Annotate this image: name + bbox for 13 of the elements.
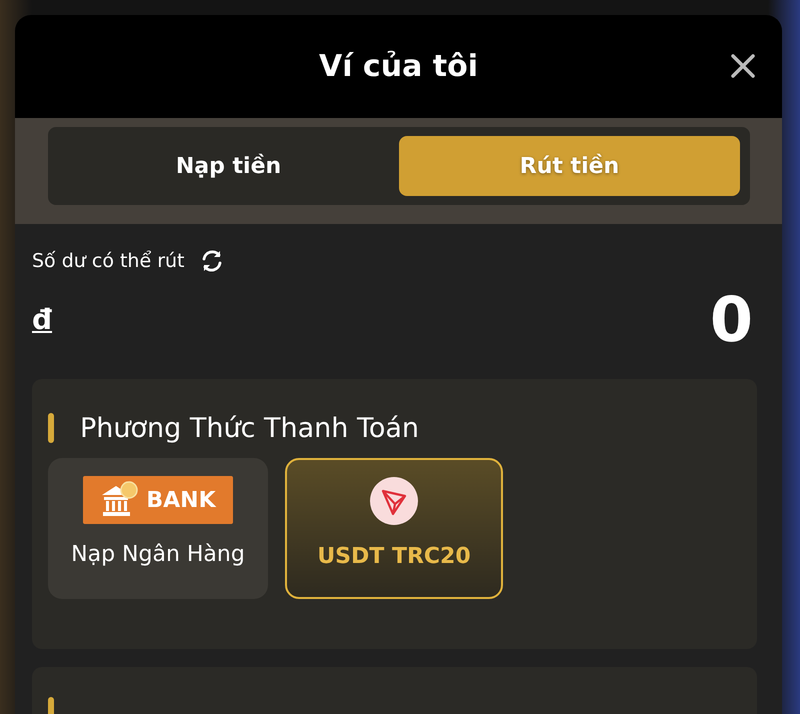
- payment-method-option[interactable]: BANK Nạp Ngân Hàng: [48, 458, 268, 599]
- window-title: Ví của tôi: [318, 49, 478, 84]
- currency-symbol: đ: [32, 302, 52, 336]
- close-button[interactable]: [730, 53, 756, 79]
- balance-label: Số dư có thể rút: [32, 250, 185, 272]
- bank-logo: BANK: [83, 476, 233, 524]
- triangle-logo-icon: [369, 476, 419, 526]
- payment-method-option[interactable]: USDT TRC20: [285, 458, 503, 599]
- section-title: Phương Thức Thanh Toán: [80, 412, 420, 444]
- accent-bar: [48, 413, 54, 443]
- close-icon: [730, 53, 756, 79]
- tab[interactable]: Nạp tiền: [58, 136, 399, 196]
- balance-amount: 0: [710, 282, 753, 356]
